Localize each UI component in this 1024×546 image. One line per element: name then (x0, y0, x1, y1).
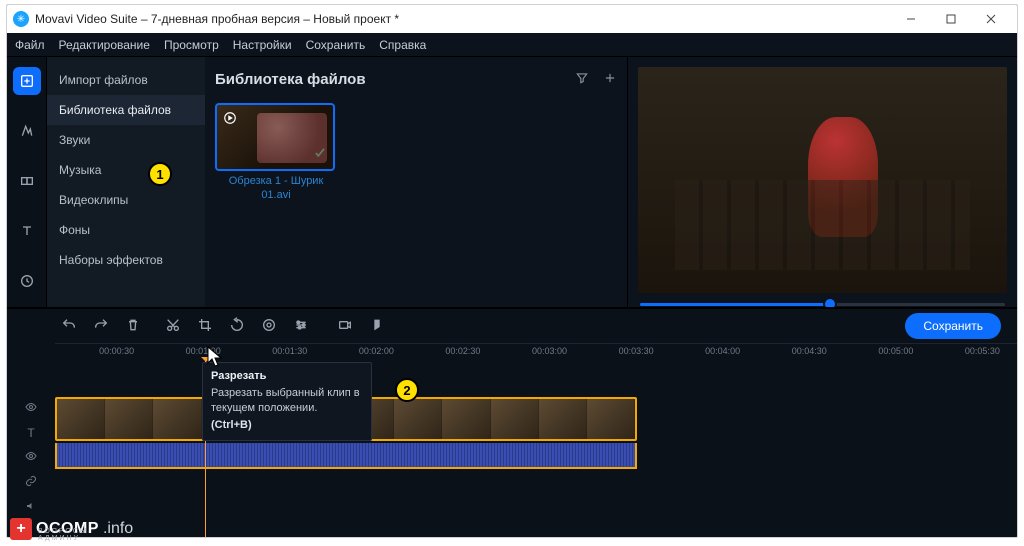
tracks-area[interactable] (55, 361, 1017, 537)
menu-settings[interactable]: Настройки (233, 38, 292, 52)
speaker-track-icon[interactable] (25, 500, 37, 515)
window-title: Movavi Video Suite – 7-дневная пробная в… (35, 12, 891, 26)
cut-tooltip: Разрезать Разрезать выбранный клип в тек… (202, 362, 372, 441)
sidebar-item-library[interactable]: Библиотека файлов (47, 95, 205, 125)
save-button[interactable]: Сохранить (905, 313, 1001, 339)
undo-icon[interactable] (61, 317, 77, 336)
add-icon[interactable] (603, 71, 617, 88)
app-window: ✳ Movavi Video Suite – 7-дневная пробная… (6, 4, 1018, 538)
timeline-panel: Сохранить 00:00:30 00:01:00 00:01:30 00:… (7, 307, 1017, 537)
menu-save[interactable]: Сохранить (306, 38, 366, 52)
marker-icon[interactable] (369, 317, 385, 336)
close-button[interactable] (971, 6, 1011, 32)
timeline-toolbar: Сохранить (7, 309, 1017, 343)
rotate-icon[interactable] (229, 317, 245, 336)
eye-icon-2[interactable] (25, 450, 37, 465)
sidebar-item-import[interactable]: Импорт файлов (47, 65, 205, 95)
mouse-cursor-icon (207, 346, 223, 368)
preview-panel: 00:00:57.900 16:9 ˅ (627, 57, 1017, 345)
text-track-icon[interactable]: T (27, 426, 34, 440)
delete-icon[interactable] (125, 317, 141, 336)
watermark-plus-icon: + (10, 518, 32, 540)
library-panel: Библиотека файлов Обрезка 1 - Шурик 01.a… (205, 57, 627, 345)
maximize-button[interactable] (931, 6, 971, 32)
rail-titles-icon[interactable] (13, 217, 41, 245)
rail-effects-icon[interactable] (13, 117, 41, 145)
rail-transitions-icon[interactable] (13, 167, 41, 195)
sidebar-item-music[interactable]: Музыка (47, 155, 205, 185)
menu-view[interactable]: Просмотр (164, 38, 219, 52)
crop-icon[interactable] (197, 317, 213, 336)
sidebar: Импорт файлов Библиотека файлов Звуки Му… (47, 57, 205, 345)
sliders-icon[interactable] (293, 317, 309, 336)
media-thumb-frame (215, 103, 335, 171)
rail-import-icon[interactable] (13, 67, 41, 95)
cut-icon[interactable] (165, 317, 181, 336)
annotation-badge-1: 1 (148, 162, 172, 186)
library-title: Библиотека файлов (215, 71, 575, 88)
redo-icon[interactable] (93, 317, 109, 336)
preview-video[interactable] (638, 67, 1007, 293)
sidebar-item-effectsets[interactable]: Наборы эффектов (47, 245, 205, 275)
filter-icon[interactable] (575, 71, 589, 88)
annotation-badge-2: 2 (395, 378, 419, 402)
minimize-button[interactable] (891, 6, 931, 32)
tool-rail (7, 57, 47, 345)
link-icon[interactable] (25, 475, 37, 490)
sidebar-item-videoclips[interactable]: Видеоклипы (47, 185, 205, 215)
check-icon (313, 146, 327, 163)
app-logo-icon: ✳ (13, 11, 29, 27)
media-thumb-label: Обрезка 1 - Шурик 01.avi (215, 175, 337, 203)
media-thumb[interactable]: Обрезка 1 - Шурик 01.avi (215, 103, 337, 203)
titlebar: ✳ Movavi Video Suite – 7-дневная пробная… (7, 5, 1017, 33)
play-overlay-icon (223, 111, 237, 128)
audio-clip[interactable] (55, 443, 637, 469)
menu-file[interactable]: Файл (15, 38, 45, 52)
track-headers: T (7, 361, 55, 537)
menubar: Файл Редактирование Просмотр Настройки С… (7, 33, 1017, 57)
color-icon[interactable] (261, 317, 277, 336)
menu-edit[interactable]: Редактирование (59, 38, 150, 52)
sidebar-item-backgrounds[interactable]: Фоны (47, 215, 205, 245)
eye-icon[interactable] (25, 401, 37, 416)
library-header: Библиотека файлов (215, 65, 617, 93)
sidebar-item-sounds[interactable]: Звуки (47, 125, 205, 155)
site-watermark: + OCOMP.info ВОПРОСЫ АДМИНУ (10, 518, 133, 540)
rail-clock-icon[interactable] (13, 267, 41, 295)
menu-help[interactable]: Справка (379, 38, 426, 52)
timeline-ruler[interactable]: 00:00:30 00:01:00 00:01:30 00:02:00 00:0… (55, 343, 1017, 361)
record-icon[interactable] (337, 317, 353, 336)
